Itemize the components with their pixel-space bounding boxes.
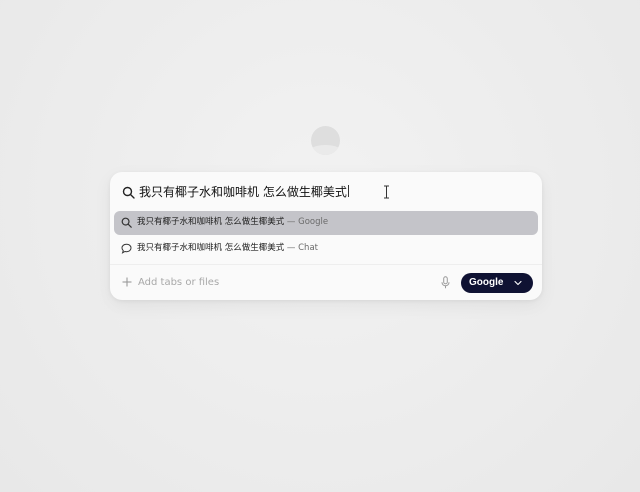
search-input-row[interactable]: 我只有椰子水和咖啡机 怎么做生椰美式 <box>110 182 542 204</box>
suggestion-google[interactable]: 我只有椰子水和咖啡机 怎么做生椰美式 — Google <box>114 211 538 235</box>
suggestion-label: 我只有椰子水和咖啡机 怎么做生椰美式 — Google <box>137 216 328 229</box>
suggestion-source: — Google <box>286 217 329 227</box>
search-input[interactable]: 我只有椰子水和咖啡机 怎么做生椰美式 <box>139 184 349 200</box>
text-cursor-icon <box>384 185 389 199</box>
suggestion-chat[interactable]: 我只有椰子水和咖啡机 怎么做生椰美式 — Chat <box>114 237 538 261</box>
suggestion-query: 我只有椰子水和咖啡机 怎么做生椰美式 <box>137 217 285 227</box>
suggestion-source: — Chat <box>286 243 318 253</box>
search-engine-button[interactable]: Google <box>461 273 533 293</box>
chevron-down-icon <box>514 280 522 286</box>
search-icon <box>121 217 132 228</box>
microphone-icon[interactable] <box>441 276 450 289</box>
plus-icon <box>122 277 132 287</box>
add-tabs-label: Add tabs or files <box>138 277 220 288</box>
divider <box>110 264 542 265</box>
app-logo <box>311 126 340 155</box>
text-caret <box>347 185 349 197</box>
search-query-text: 我只有椰子水和咖啡机 怎么做生椰美式 <box>139 185 347 199</box>
search-icon <box>122 186 135 199</box>
chat-bubble-icon <box>121 243 132 254</box>
search-panel: 我只有椰子水和咖啡机 怎么做生椰美式 我只有椰子水和咖啡机 怎么做生椰美式 — … <box>110 172 542 300</box>
suggestion-query: 我只有椰子水和咖啡机 怎么做生椰美式 <box>137 243 285 253</box>
suggestion-label: 我只有椰子水和咖啡机 怎么做生椰美式 — Chat <box>137 242 318 255</box>
search-engine-label: Google <box>469 277 504 288</box>
